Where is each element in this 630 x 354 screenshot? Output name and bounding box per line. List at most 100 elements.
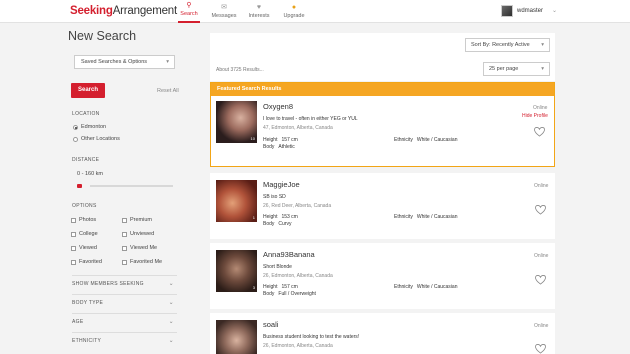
chevron-down-icon: ▾ xyxy=(541,66,544,72)
avatar[interactable] xyxy=(501,5,513,17)
profile-tagline: SB iso SD xyxy=(263,194,286,200)
profile-height: Height 157 cm xyxy=(263,137,298,143)
profile-photo[interactable]: 3 xyxy=(216,250,257,292)
profile-body: Body Curvy xyxy=(263,221,291,227)
profile-name[interactable]: Oxygen8 xyxy=(263,102,293,111)
nav-interests[interactable]: ♥ Interests xyxy=(246,0,272,23)
option-photos-checkbox[interactable]: Photos xyxy=(71,217,96,223)
nav-interests-label: Interests xyxy=(248,13,270,19)
profile-card xyxy=(210,173,555,239)
option-college-label: College xyxy=(79,231,98,237)
location-edmonton-label: Edmonton xyxy=(81,124,107,130)
option-viewed-checkbox[interactable]: Viewed xyxy=(71,245,97,251)
option-photos-label: Photos xyxy=(79,217,97,223)
chevron-down-icon: ⌄ xyxy=(168,281,174,287)
location-other-label: Other Locations xyxy=(81,136,120,142)
height-value: 157 cm xyxy=(281,284,298,290)
nav-search-label: Search xyxy=(180,11,198,17)
logo[interactable]: SeekingArrangement xyxy=(70,5,177,17)
checkbox-icon xyxy=(122,217,127,223)
checkbox-icon xyxy=(122,231,127,237)
location-edmonton-radio[interactable]: Edmonton xyxy=(73,124,106,130)
checkbox-icon xyxy=(122,245,127,251)
accordion-age[interactable]: AGE ⌄ xyxy=(72,313,177,329)
accordion-ethnicity-label: ETHNICITY xyxy=(72,338,102,344)
profile-location: 26, Edmonton, Alberta, Canada xyxy=(263,343,333,349)
accordion-ethnicity[interactable]: ETHNICITY ⌄ xyxy=(72,332,177,348)
profile-name[interactable]: Anna93Banana xyxy=(263,250,315,259)
nav-upgrade[interactable]: ● Upgrade xyxy=(282,0,306,23)
profile-name[interactable]: MaggieJoe xyxy=(263,180,300,189)
profile-height: Height 153 cm xyxy=(263,214,298,220)
chevron-down-icon[interactable]: ⌄ xyxy=(552,7,557,14)
accordion-age-label: AGE xyxy=(72,319,84,325)
height-value: 157 cm xyxy=(281,137,298,143)
distance-slider-track[interactable] xyxy=(90,185,173,187)
option-unviewed-checkbox[interactable]: Unviewed xyxy=(122,231,154,237)
option-viewed-me-label: Viewed Me xyxy=(130,245,158,251)
accordion-body-type-label: BODY TYPE xyxy=(72,300,104,306)
page-title: New Search xyxy=(68,29,137,43)
profile-card xyxy=(210,243,555,309)
option-college-checkbox[interactable]: College xyxy=(71,231,98,237)
favorite-heart-icon[interactable] xyxy=(535,205,546,215)
body-value: Athletic xyxy=(278,144,295,150)
profile-name[interactable]: soali xyxy=(263,320,278,329)
ethnicity-value: White / Caucasian xyxy=(416,284,458,290)
nav-search[interactable]: ⚲ Search xyxy=(178,0,200,23)
checkbox-icon xyxy=(71,217,76,223)
distance-value: 0 - 160 km xyxy=(77,171,103,177)
location-other-radio[interactable]: Other Locations xyxy=(73,136,120,142)
profile-tagline: Short Blonde xyxy=(263,264,292,270)
nav-messages-label: Messages xyxy=(211,13,237,19)
username[interactable]: wdmaster xyxy=(517,8,543,14)
height-label: Height xyxy=(263,284,278,290)
radio-selected-icon xyxy=(73,124,78,130)
options-label: OPTIONS xyxy=(72,203,97,209)
nav-messages[interactable]: ✉ Messages xyxy=(211,0,237,23)
option-viewed-label: Viewed xyxy=(79,245,97,251)
profile-height: Height 157 cm xyxy=(263,284,298,290)
distance-slider-handle[interactable] xyxy=(77,184,82,188)
accordion-body-type[interactable]: BODY TYPE ⌄ xyxy=(72,294,177,310)
option-viewed-me-checkbox[interactable]: Viewed Me xyxy=(122,245,157,251)
per-page-select[interactable]: 25 per page ▾ xyxy=(483,62,550,76)
result-count: About 3725 Results... xyxy=(216,67,264,73)
saved-searches-select[interactable]: Saved Searches & Options ▾ xyxy=(74,55,175,69)
profile-location: 47, Edmonton, Alberta, Canada xyxy=(263,125,333,131)
option-favorited-me-checkbox[interactable]: Favorited Me xyxy=(122,259,162,265)
profile-body: Body Athletic xyxy=(263,144,295,150)
photo-count: 1 xyxy=(252,215,255,220)
option-favorited-checkbox[interactable]: Favorited xyxy=(71,259,102,265)
chevron-down-icon: ▾ xyxy=(166,59,169,65)
logo-seeking: Seeking xyxy=(70,5,113,17)
location-label: LOCATION xyxy=(72,111,100,117)
favorite-heart-icon[interactable] xyxy=(534,127,545,137)
search-button[interactable]: Search xyxy=(71,83,105,98)
sort-select[interactable]: Sort By: Recently Active ▾ xyxy=(465,38,550,52)
favorite-heart-icon[interactable] xyxy=(535,344,546,354)
lock-icon: ● xyxy=(291,4,297,11)
ethnicity-label: Ethnicity xyxy=(394,137,413,143)
profile-photo[interactable]: 10 xyxy=(216,101,257,143)
accordion-members-seeking[interactable]: SHOW MEMBERS SEEKING ⌄ xyxy=(72,275,177,291)
ethnicity-value: White / Caucasian xyxy=(416,137,458,143)
checkbox-icon xyxy=(122,259,127,265)
reset-all-link[interactable]: Reset All xyxy=(157,88,179,94)
profile-body: Body Full / Overweight xyxy=(263,291,316,297)
profile-photo[interactable]: 1 xyxy=(216,180,257,222)
checkbox-icon xyxy=(71,231,76,237)
favorite-heart-icon[interactable] xyxy=(535,275,546,285)
ethnicity-value: White / Caucasian xyxy=(416,214,458,220)
profile-location: 26, Edmonton, Alberta, Canada xyxy=(263,273,333,279)
profile-tagline: Business student looking to test the wat… xyxy=(263,334,360,340)
logo-arrangement: Arrangement xyxy=(112,5,177,17)
profile-photo[interactable] xyxy=(216,320,257,354)
option-premium-checkbox[interactable]: Premium xyxy=(122,217,152,223)
hide-profile-link[interactable]: Hide Profile xyxy=(522,113,548,119)
chevron-down-icon: ⌄ xyxy=(168,338,174,344)
profile-location: 26, Red Deer, Alberta, Canada xyxy=(263,203,332,209)
profile-tagline: I love to travel - often in either YEG o… xyxy=(263,116,358,122)
online-status: Online xyxy=(534,183,549,189)
heart-icon: ♥ xyxy=(256,4,262,11)
